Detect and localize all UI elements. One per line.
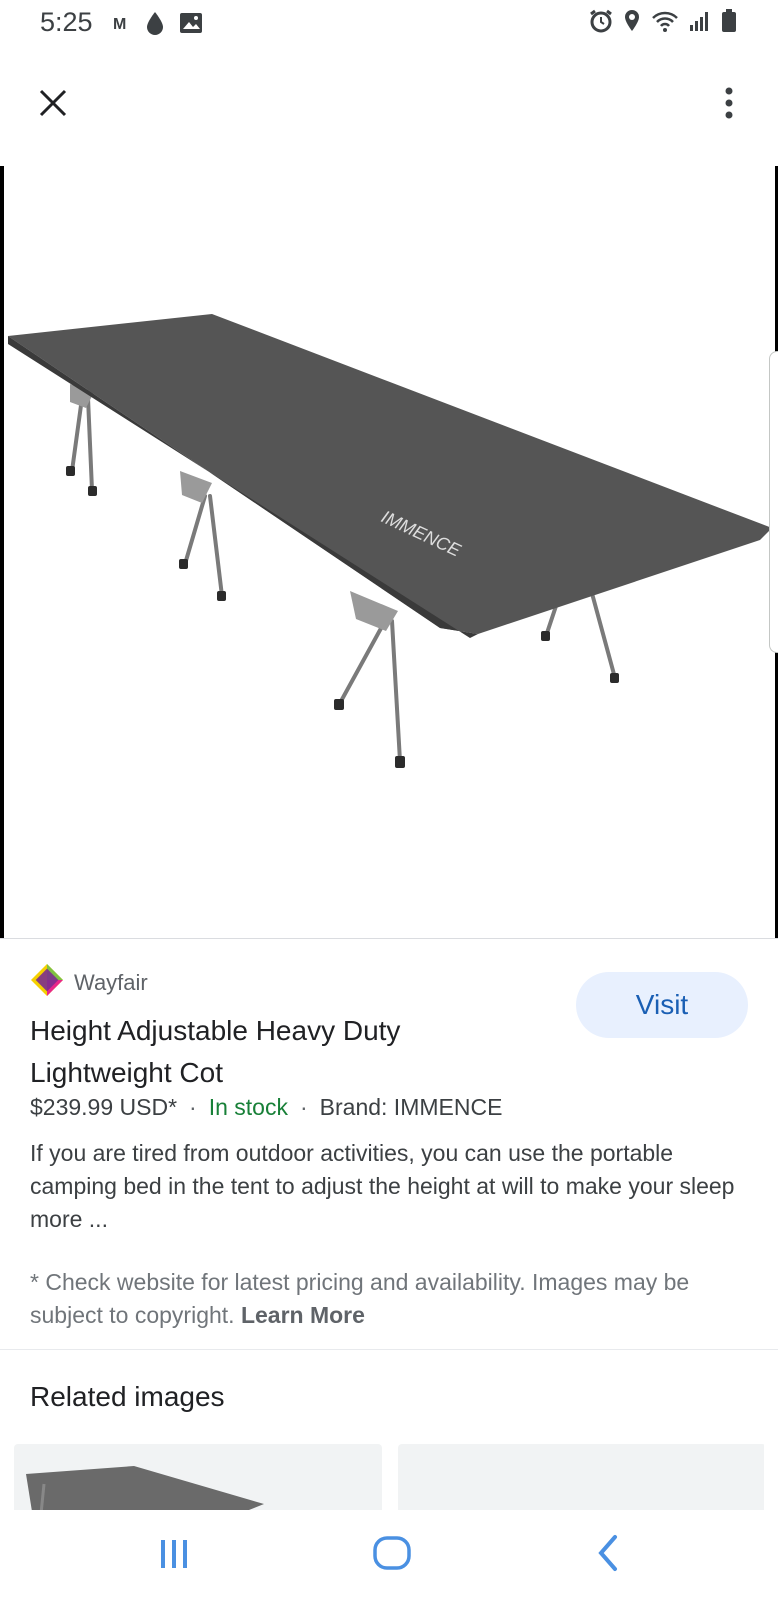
back-icon — [593, 1533, 623, 1578]
recent-apps-button[interactable] — [144, 1530, 204, 1580]
image-scroll-handle[interactable] — [769, 351, 778, 653]
alarm-icon — [588, 8, 614, 39]
section-divider — [0, 1349, 778, 1350]
meta-separator: · — [299, 1094, 308, 1120]
brand: Brand: IMMENCE — [319, 1094, 503, 1120]
wayfair-logo — [30, 963, 64, 1002]
meta-separator: · — [189, 1094, 197, 1120]
image-left-edge — [0, 166, 4, 938]
cot-illustration: IMMENCE — [8, 314, 772, 768]
disclaimer: * Check website for latest pricing and a… — [30, 1266, 750, 1332]
product-description: If you are tired from outdoor activities… — [30, 1140, 735, 1232]
related-image-card[interactable] — [14, 1444, 382, 1510]
image-icon — [178, 11, 204, 40]
svg-text:M: M — [113, 16, 126, 33]
learn-more-link[interactable]: Learn More — [241, 1302, 365, 1328]
price: $239.99 USD* — [30, 1094, 178, 1120]
top-app-bar — [0, 60, 778, 150]
home-icon — [372, 1535, 412, 1576]
status-bar: 5:25 M — [0, 0, 778, 46]
close-button[interactable] — [30, 82, 76, 128]
status-left-icons: M — [110, 10, 204, 41]
wifi-icon — [650, 8, 680, 39]
drop-icon — [144, 10, 166, 41]
home-button[interactable] — [362, 1530, 422, 1580]
system-nav-bar — [0, 1510, 778, 1600]
back-button[interactable] — [578, 1530, 638, 1580]
gmail-icon: M — [110, 12, 132, 39]
source-name: Wayfair — [74, 969, 148, 995]
related-images-row — [14, 1444, 764, 1510]
source-row[interactable]: Wayfair — [30, 963, 148, 1002]
image-divider — [0, 938, 778, 939]
product-title: Height Adjustable Heavy Duty Lightweight… — [30, 1015, 401, 1088]
location-icon — [622, 8, 642, 39]
status-time: 5:25 — [40, 7, 93, 37]
visit-button[interactable]: Visit — [576, 972, 748, 1038]
related-images-heading: Related images — [30, 1381, 225, 1412]
battery-icon — [720, 8, 738, 39]
product-image[interactable]: IMMENCE — [0, 166, 778, 938]
more-vert-icon — [724, 86, 734, 125]
related-cot-thumbnail — [26, 1466, 264, 1510]
related-image-card[interactable] — [398, 1444, 764, 1510]
stock-status: In stock — [208, 1094, 288, 1120]
more-options-button[interactable] — [706, 82, 752, 128]
status-right-icons — [588, 8, 738, 39]
signal-icon — [688, 9, 712, 38]
recent-apps-icon — [157, 1536, 191, 1575]
product-meta: $239.99 USD* · In stock · Brand: IMMENCE — [30, 1094, 502, 1121]
close-icon — [38, 88, 68, 123]
